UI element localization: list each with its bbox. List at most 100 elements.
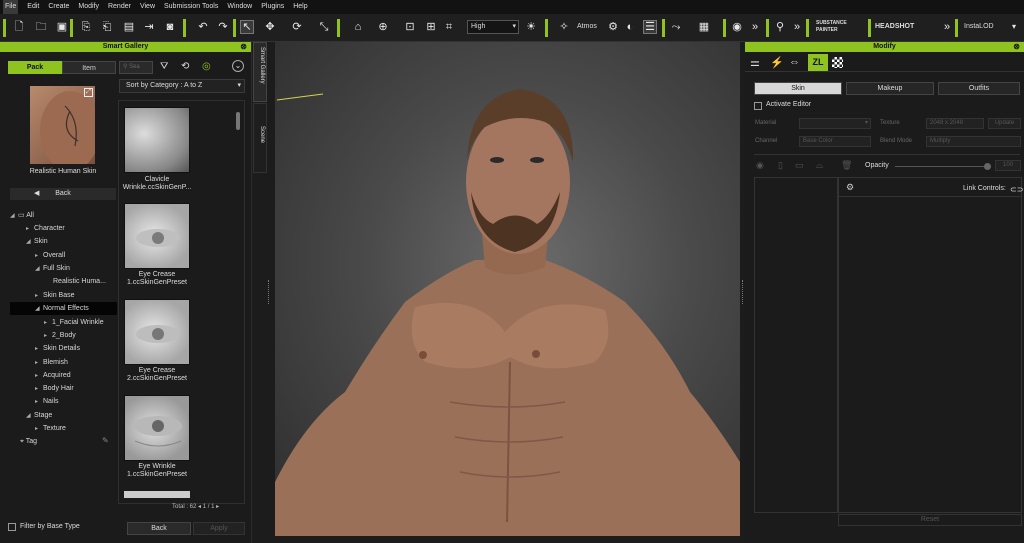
- tab-makeup[interactable]: Makeup: [846, 82, 934, 95]
- menu-file[interactable]: File: [3, 0, 19, 14]
- tree-item-texture[interactable]: ▸ Texture: [35, 422, 66, 435]
- tree-item-acquired[interactable]: ▸ Acquired: [35, 369, 71, 382]
- menu-modify[interactable]: Modify: [78, 0, 99, 14]
- send-icon[interactable]: ⇥: [142, 20, 156, 34]
- rotate-tool-icon[interactable]: ⟳: [290, 20, 304, 34]
- tree-item-normal-effects[interactable]: ◢ Normal Effects: [35, 302, 89, 315]
- tree-item-character[interactable]: ▸ Character: [26, 222, 65, 235]
- layer-list[interactable]: [754, 177, 838, 513]
- close-icon[interactable]: ⊗: [240, 42, 247, 52]
- opacity-value[interactable]: 100: [995, 160, 1021, 171]
- gallery-scrollbar[interactable]: [236, 112, 240, 130]
- tree-item-full-skin[interactable]: ◢ Full Skin: [35, 262, 70, 275]
- undo-icon[interactable]: ↶: [196, 20, 210, 34]
- menu-view[interactable]: View: [140, 0, 155, 14]
- scale-tool-icon[interactable]: ⤡: [317, 20, 331, 34]
- update-button[interactable]: Update: [988, 118, 1021, 129]
- side-tab-smart-gallery[interactable]: Smart Gallery: [253, 42, 267, 102]
- tab-pack[interactable]: Pack: [8, 61, 62, 74]
- render-image-icon[interactable]: ▤: [122, 20, 136, 34]
- adjust-icon[interactable]: ⚙: [606, 20, 620, 34]
- refresh-icon[interactable]: ⟲: [181, 61, 189, 72]
- menu-edit[interactable]: Edit: [27, 0, 39, 14]
- 3d-viewport[interactable]: [275, 42, 740, 536]
- tree-item-skin-base[interactable]: ▸ Skin Base: [35, 289, 75, 302]
- tree-item-facial-wrinkle[interactable]: ▸ 1_Facial Wrinkle: [44, 316, 104, 329]
- open-folder-icon[interactable]: 🗀: [34, 20, 48, 34]
- instalod-button[interactable]: InstaLOD: [964, 20, 994, 34]
- tree-item-tag[interactable]: ⌖ Tag: [20, 435, 37, 448]
- checker-material-icon[interactable]: [832, 57, 843, 68]
- arrow-right-icon[interactable]: ▸: [216, 504, 219, 510]
- close-icon[interactable]: ⊗: [1013, 42, 1020, 52]
- activate-editor-checkbox[interactable]: [754, 102, 762, 110]
- tree-item-skin-details[interactable]: ▸ Skin Details: [35, 342, 80, 355]
- tone-icon[interactable]: ◐: [623, 20, 637, 34]
- chevron-down-icon[interactable]: ⌄: [232, 60, 244, 72]
- tree-item-blemish[interactable]: ▸ Blemish: [35, 356, 68, 369]
- save-icon[interactable]: ▣: [55, 20, 69, 34]
- render-engine-icon[interactable]: ◉: [730, 20, 744, 34]
- tree-item-stage[interactable]: ◢ Stage: [26, 409, 52, 422]
- settings-panel-icon[interactable]: ☰: [643, 20, 657, 34]
- tab-item[interactable]: Item: [62, 61, 116, 74]
- link-icon[interactable]: ⊂⊃: [1010, 185, 1023, 194]
- arrow-left-icon[interactable]: ◂: [198, 504, 201, 510]
- import-icon[interactable]: ⎘: [79, 20, 93, 34]
- pipeline-icon[interactable]: ⚲: [773, 20, 787, 34]
- texture-size-dropdown[interactable]: 2048 x 2048: [926, 118, 984, 129]
- menu-submission-tools[interactable]: Submission Tools: [164, 0, 218, 14]
- light-icon[interactable]: ☀: [524, 20, 538, 34]
- more-icon[interactable]: »: [748, 20, 762, 34]
- mask-icon[interactable]: ⌓: [816, 160, 823, 171]
- motion-icon[interactable]: ⚡: [770, 56, 784, 69]
- view-frame-icon[interactable]: ⊞: [424, 20, 438, 34]
- tree-item-skin[interactable]: ◢ Skin: [26, 235, 48, 248]
- back-button[interactable]: Back: [127, 522, 191, 535]
- gallery-item-thumb[interactable]: [124, 107, 190, 173]
- headshot-button[interactable]: HEADSHOT: [875, 20, 914, 34]
- quality-dropdown[interactable]: High ▾: [467, 20, 519, 34]
- camera-home-icon[interactable]: ⌂: [351, 20, 365, 34]
- blend-mode-dropdown[interactable]: Multiply: [926, 136, 1021, 147]
- apply-button[interactable]: Apply: [193, 522, 245, 535]
- move-tool-icon[interactable]: ✥: [263, 20, 277, 34]
- gallery-item-thumb[interactable]: [124, 299, 190, 365]
- expand-icon[interactable]: ⤢: [84, 88, 93, 97]
- splitter-handle[interactable]: [268, 280, 270, 304]
- layer-icon[interactable]: ▯: [778, 160, 783, 171]
- new-file-icon[interactable]: 🗋: [12, 20, 26, 34]
- edit-tag-icon[interactable]: ✎: [102, 436, 109, 445]
- gallery-item-thumb[interactable]: [124, 491, 190, 498]
- channel-dropdown[interactable]: Base Color: [799, 136, 871, 147]
- wireless-sync-icon[interactable]: ◎: [202, 61, 211, 72]
- filter-icon[interactable]: ⛛: [160, 61, 168, 72]
- menu-render[interactable]: Render: [108, 0, 131, 14]
- select-tool-icon[interactable]: ↖: [240, 20, 254, 34]
- material-dropdown[interactable]: ▾: [799, 118, 871, 129]
- tree-item-realistic-human[interactable]: Realistic Huma...: [53, 275, 106, 288]
- tab-skin[interactable]: Skin: [754, 82, 842, 95]
- menu-window[interactable]: Window: [227, 0, 252, 14]
- opacity-slider[interactable]: [895, 166, 988, 167]
- visibility-icon[interactable]: ◉: [756, 160, 764, 171]
- opacity-slider-handle[interactable]: [984, 163, 991, 170]
- layer-group-icon[interactable]: ▭: [795, 160, 804, 171]
- menu-help[interactable]: Help: [293, 0, 307, 14]
- effects-icon[interactable]: ✧: [557, 20, 571, 34]
- gallery-item-thumb[interactable]: [124, 203, 190, 269]
- skin-editor-icon[interactable]: ZL: [808, 54, 828, 71]
- more-icon[interactable]: »: [790, 20, 804, 34]
- atmos-button[interactable]: Atmos: [577, 20, 597, 34]
- tree-item-overall[interactable]: ▸ Overall: [35, 249, 65, 262]
- physics-icon[interactable]: ⤳: [669, 20, 683, 34]
- search-input[interactable]: ⚲ Sea: [119, 61, 153, 74]
- screenshot-icon[interactable]: ◙: [163, 20, 177, 34]
- zoom-icon[interactable]: ⊕: [376, 20, 390, 34]
- tree-item-all[interactable]: ◢ ▭ All: [10, 209, 34, 222]
- sort-dropdown[interactable]: Sort by Category : A to Z ▾: [119, 79, 245, 93]
- tab-outfits[interactable]: Outfits: [938, 82, 1020, 95]
- render-preset-icon[interactable]: ▦: [697, 20, 711, 34]
- splitter-handle[interactable]: [742, 280, 744, 304]
- reset-button[interactable]: Reset: [838, 514, 1022, 526]
